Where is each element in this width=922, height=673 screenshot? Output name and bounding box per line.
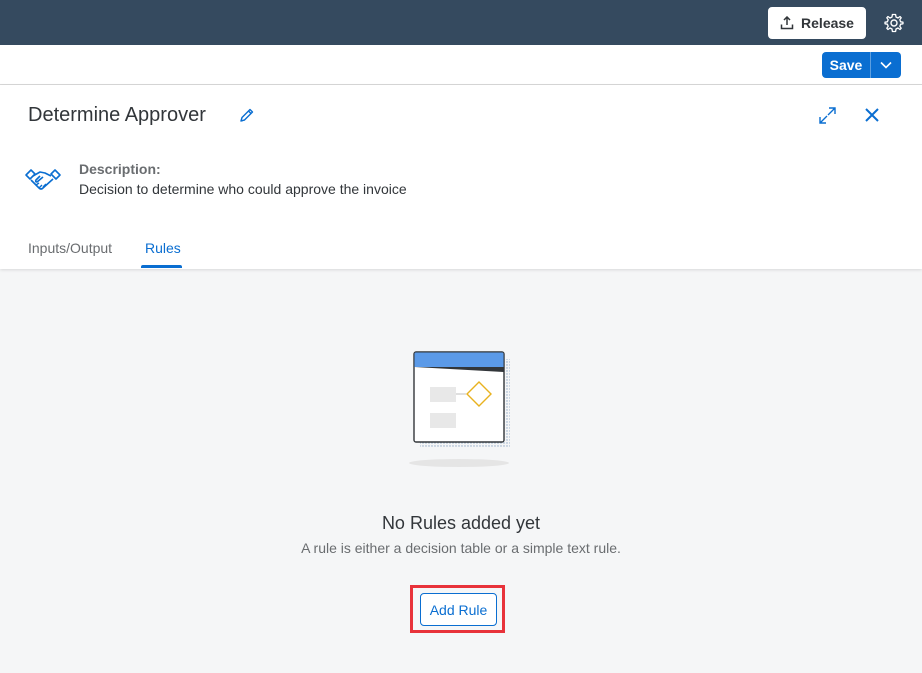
close-icon[interactable] bbox=[864, 107, 880, 123]
expand-icon[interactable] bbox=[818, 106, 837, 125]
empty-rules-illustration bbox=[409, 351, 510, 467]
save-menu-button[interactable] bbox=[870, 52, 901, 78]
page-title: Determine Approver bbox=[28, 104, 206, 126]
page-toolbar: Save bbox=[0, 45, 922, 85]
upload-icon bbox=[780, 16, 794, 30]
handshake-icon bbox=[25, 169, 61, 190]
chevron-down-icon bbox=[880, 61, 892, 69]
add-rule-button[interactable]: Add Rule bbox=[420, 593, 497, 626]
description-text: Decision to determine who could approve … bbox=[79, 181, 407, 197]
save-button-group: Save bbox=[822, 52, 901, 78]
release-label: Release bbox=[801, 15, 854, 31]
description-label: Description: bbox=[79, 161, 161, 177]
empty-state-title: No Rules added yet bbox=[381, 513, 541, 533]
tab-rules[interactable]: Rules bbox=[145, 240, 181, 256]
shell-bar: Release bbox=[0, 0, 922, 45]
empty-state-subtitle: A rule is either a decision table or a s… bbox=[301, 540, 621, 556]
object-header: Determine Approver Description: Decision… bbox=[0, 85, 922, 269]
release-button[interactable]: Release bbox=[768, 7, 866, 39]
save-button[interactable]: Save bbox=[822, 52, 870, 78]
gear-icon[interactable] bbox=[883, 12, 905, 34]
pencil-icon[interactable] bbox=[238, 107, 255, 124]
selected-tab-indicator bbox=[141, 265, 182, 268]
tab-inputs-output[interactable]: Inputs/Output bbox=[28, 240, 112, 256]
